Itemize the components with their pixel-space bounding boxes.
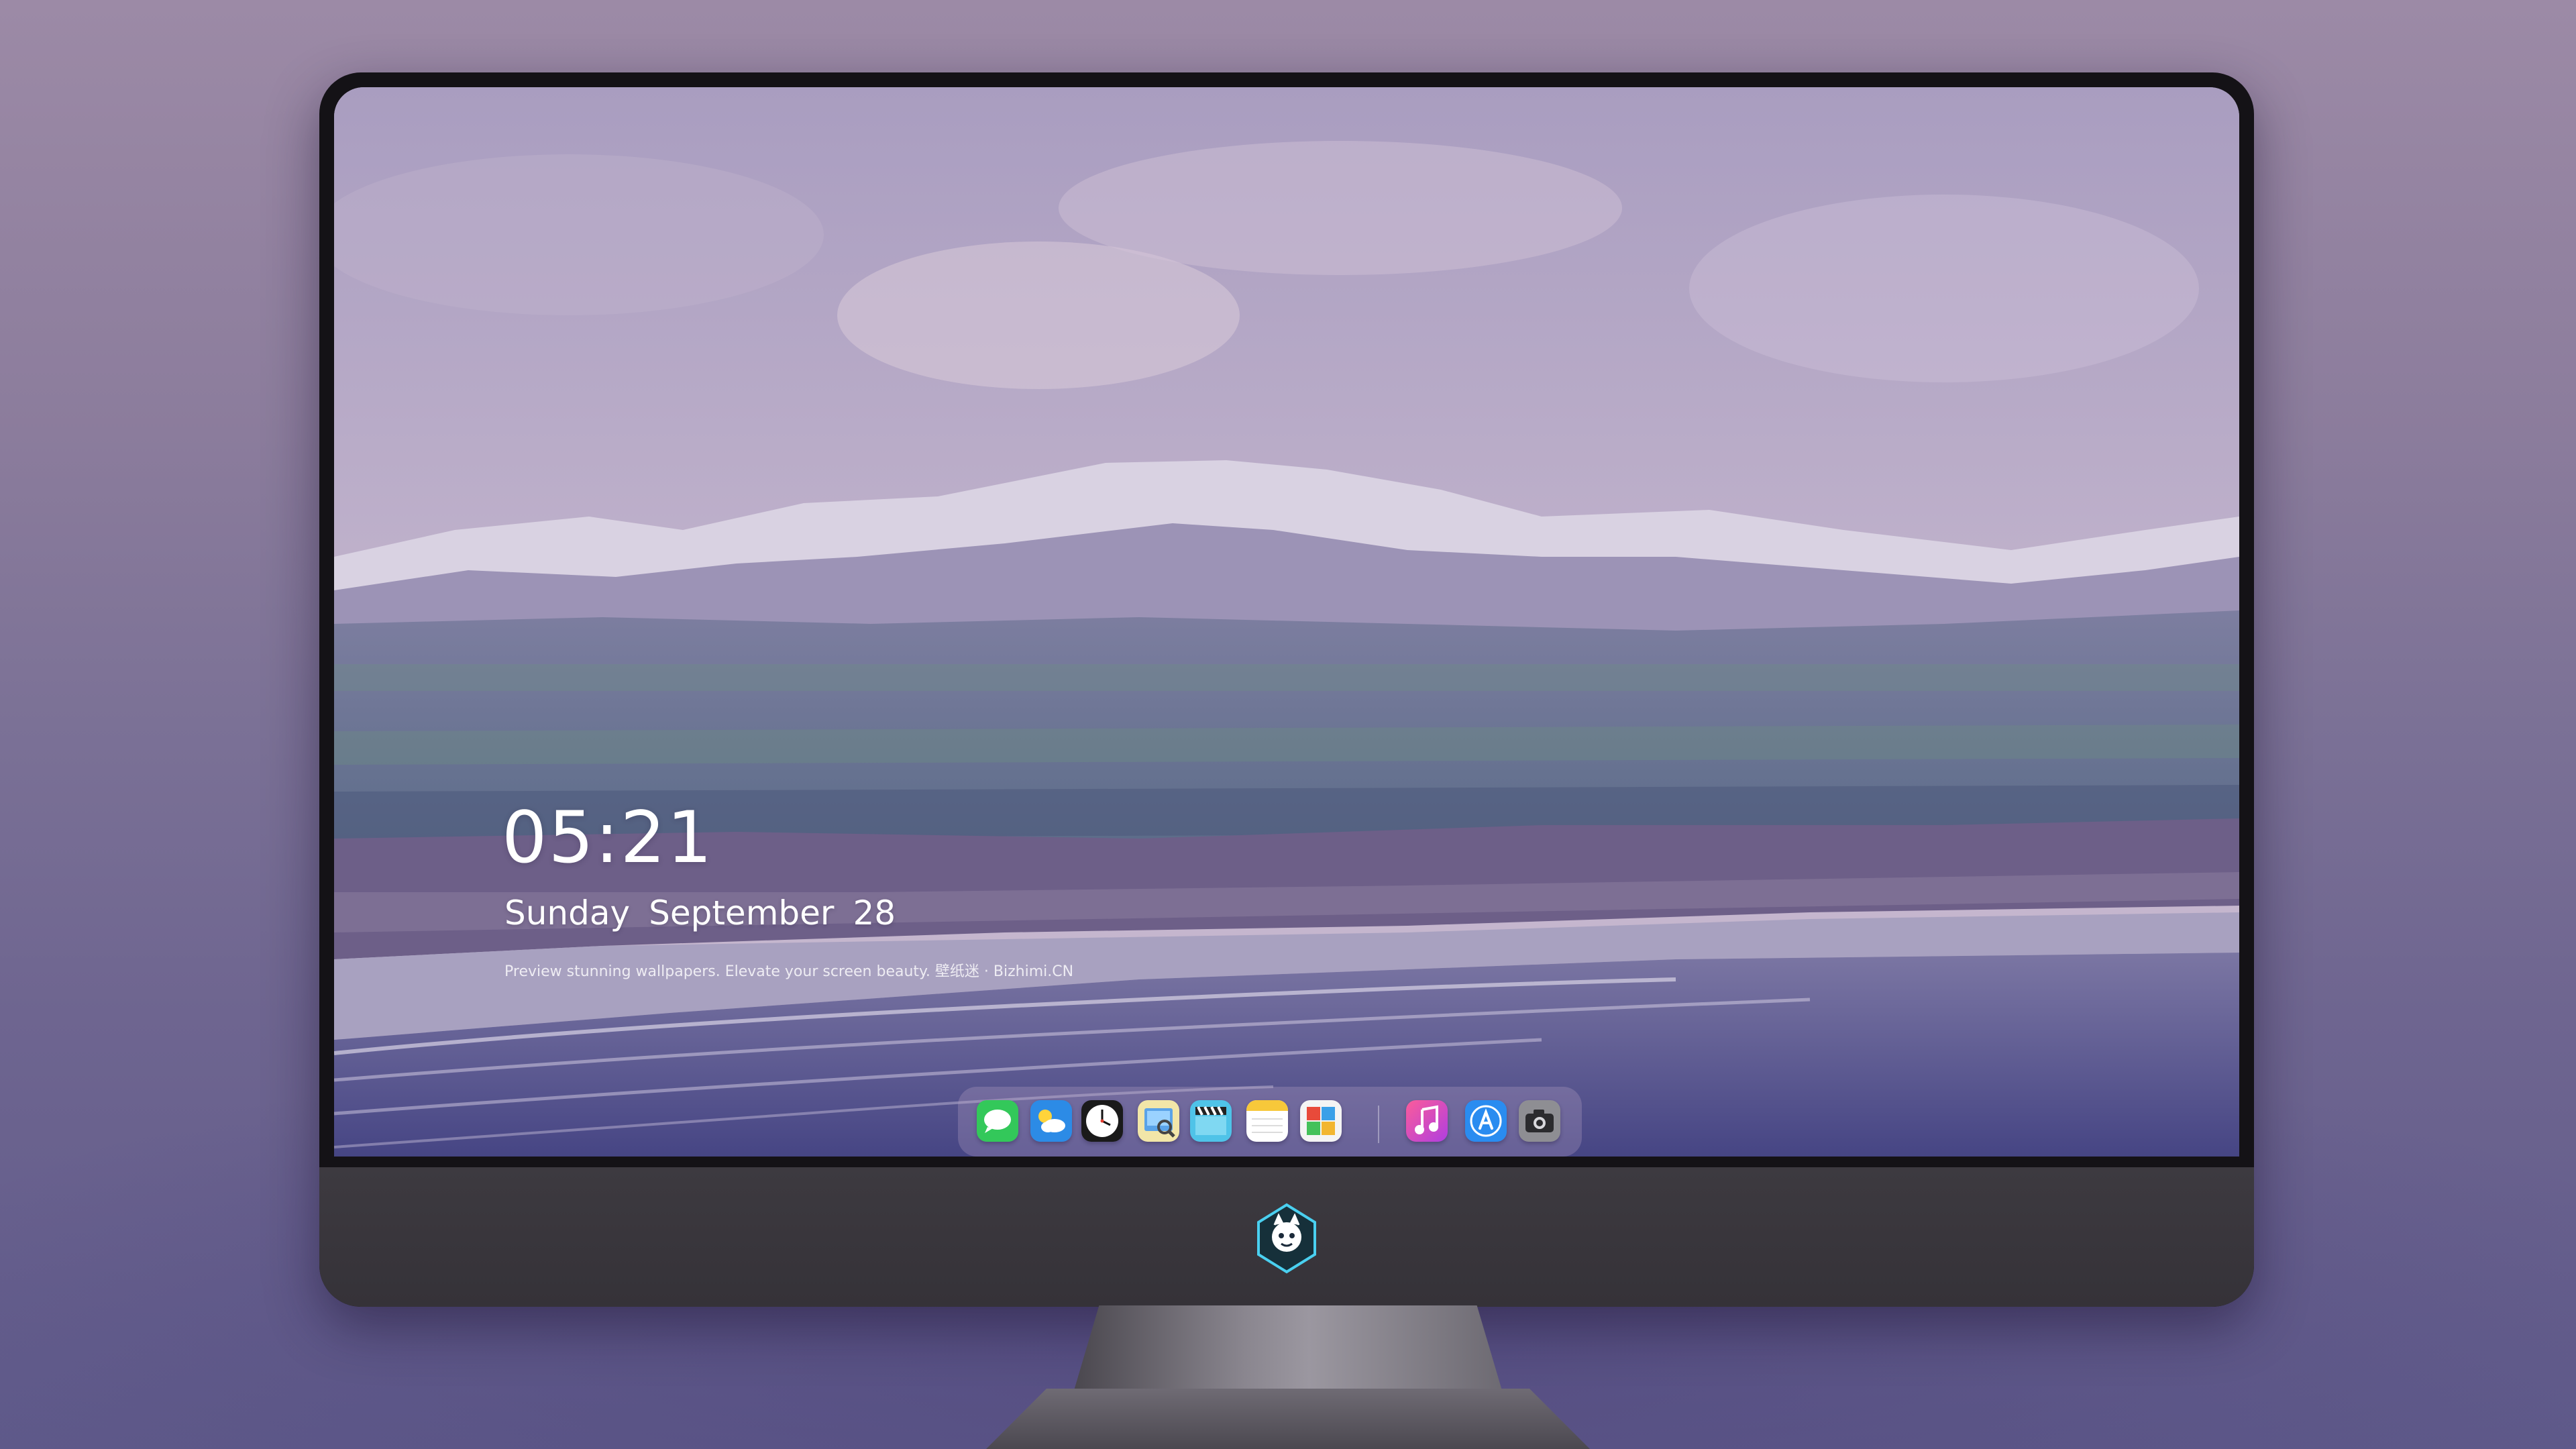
notes-icon[interactable] xyxy=(1246,1100,1288,1142)
desktop-screen: 05:21 Sunday September 28 Preview stunning… xyxy=(334,87,2239,1157)
date-weekday: Sunday xyxy=(504,894,631,932)
monitor-stand-base xyxy=(986,1389,1590,1449)
landscape-wallpaper xyxy=(334,87,2239,1157)
dock-separator xyxy=(1378,1106,1379,1143)
lock-screen-clock: 05:21 xyxy=(502,796,714,879)
monitor-stand-neck xyxy=(1073,1305,1503,1393)
weather-icon[interactable] xyxy=(1030,1100,1072,1142)
camera-icon[interactable] xyxy=(1519,1100,1560,1142)
lock-screen-date: Sunday September 28 xyxy=(504,896,914,930)
messages-icon[interactable] xyxy=(977,1100,1018,1142)
app-store-icon[interactable] xyxy=(1465,1100,1507,1142)
date-month: September xyxy=(649,894,835,932)
clips-icon[interactable] xyxy=(1190,1100,1232,1142)
preview-icon[interactable] xyxy=(1138,1100,1179,1142)
music-icon[interactable] xyxy=(1406,1100,1448,1142)
date-day: 28 xyxy=(853,894,896,932)
clock-icon[interactable] xyxy=(1081,1100,1123,1142)
brand-logo-icon xyxy=(1257,1203,1316,1274)
photo-booth-icon[interactable] xyxy=(1300,1100,1342,1142)
monitor-frame: 05:21 Sunday September 28 Preview stunning… xyxy=(319,72,2254,1307)
wallpaper-caption: Preview stunning wallpapers. Elevate you… xyxy=(504,963,1074,980)
